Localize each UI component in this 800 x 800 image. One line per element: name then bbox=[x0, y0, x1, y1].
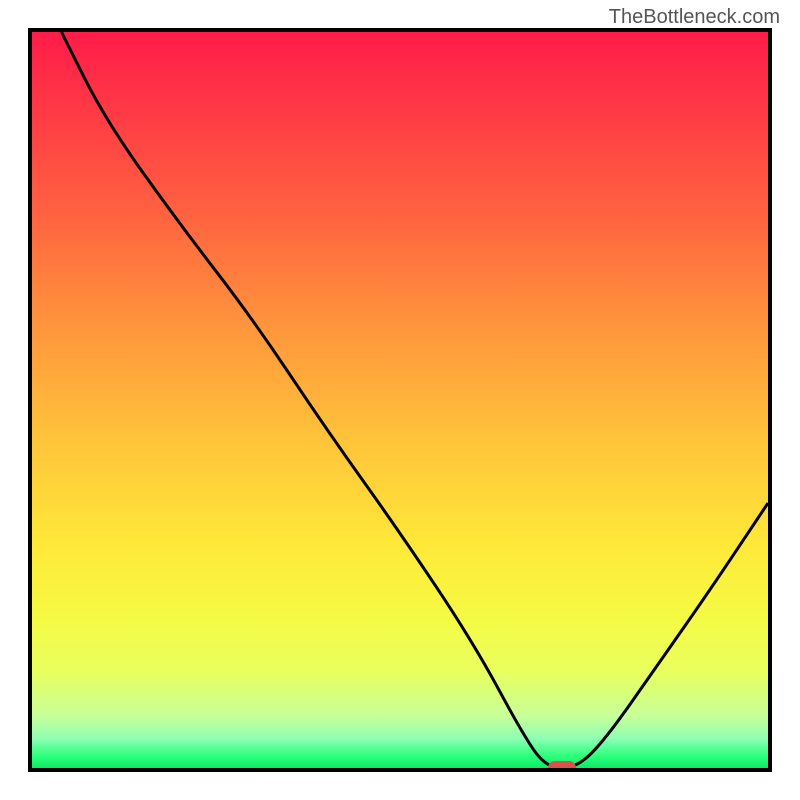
watermark-text: TheBottleneck.com bbox=[609, 6, 780, 29]
plot-area bbox=[28, 28, 772, 772]
bottleneck-curve bbox=[61, 32, 768, 768]
chart-container: TheBottleneck.com bbox=[0, 0, 800, 800]
curve-svg bbox=[32, 32, 768, 768]
optimal-marker bbox=[548, 761, 576, 772]
